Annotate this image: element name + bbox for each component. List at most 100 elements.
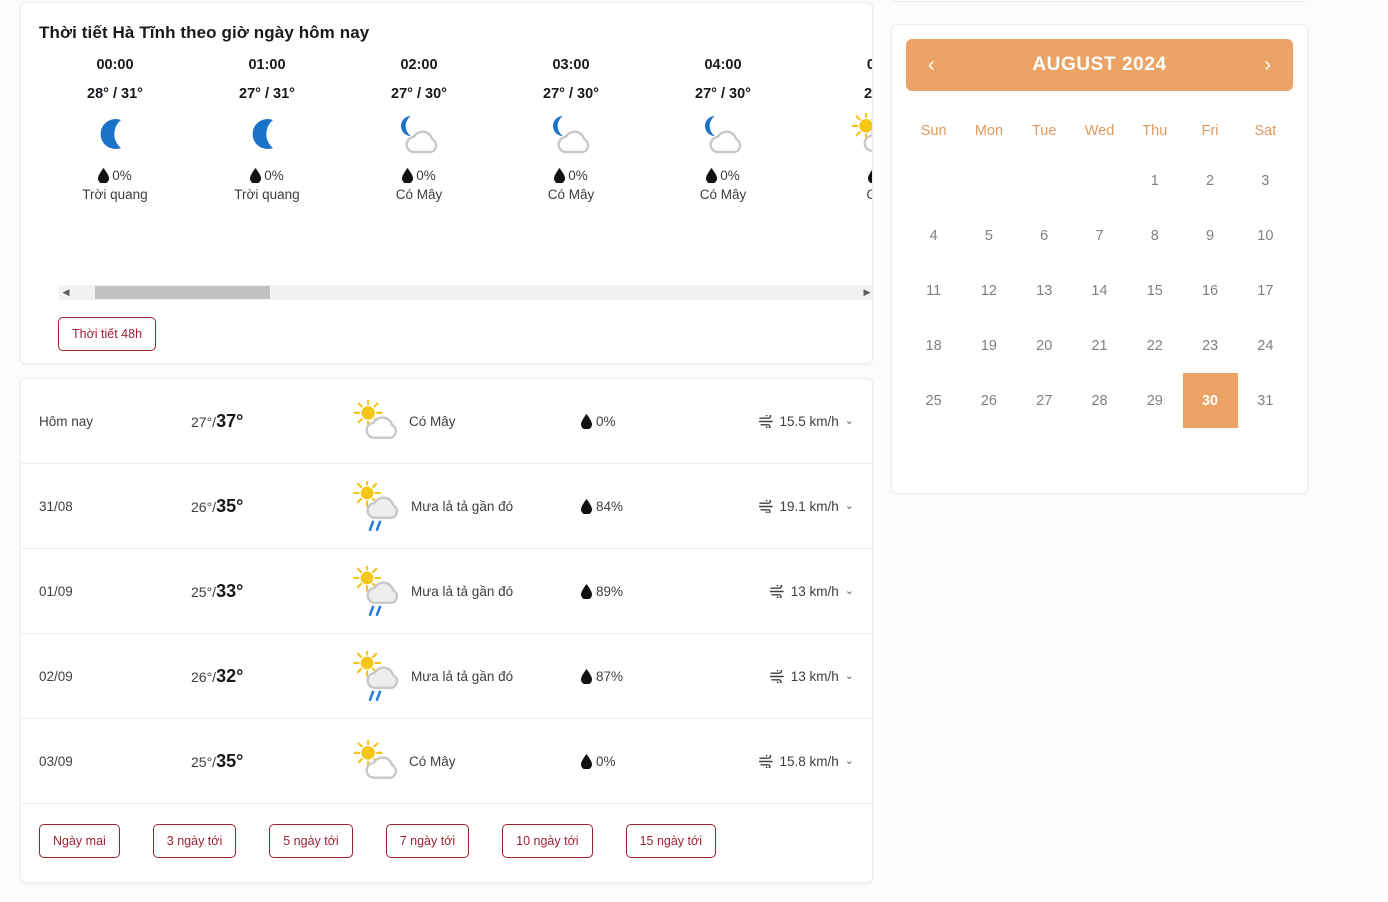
weather-page: Thời tiết Hà Tĩnh theo giờ ngày hôm nay … xyxy=(0,0,1388,902)
day-label: 01/09 xyxy=(39,583,73,599)
calendar-day[interactable]: 15 xyxy=(1127,263,1182,318)
hourly-temp: 27° / 30° xyxy=(695,86,751,102)
scroll-right-arrow-icon[interactable]: ▶ xyxy=(860,285,872,300)
calendar-day[interactable]: 1 xyxy=(1127,153,1182,208)
calendar-grid: Sun Mon Tue Wed Thu Fri Sat 1 2 3 4 5 6 7 8 9 10 11 12 13 14… xyxy=(906,105,1293,428)
calendar-day[interactable]: 9 xyxy=(1182,208,1237,263)
calendar-day[interactable]: 16 xyxy=(1182,263,1237,318)
chevron-down-icon[interactable]: ⌄ xyxy=(845,500,854,512)
hourly-scrollbar[interactable]: ◀ ▶ xyxy=(59,285,872,300)
day-temperature: 27°/37° xyxy=(191,410,244,431)
calendar-day[interactable]: 3 xyxy=(1238,153,1293,208)
raindrop-icon xyxy=(581,583,592,599)
hourly-precip: 0% xyxy=(343,168,495,183)
calendar-day[interactable]: 4 xyxy=(906,208,961,263)
forecast-range-button[interactable]: 5 ngày tới xyxy=(269,824,353,858)
hourly-scroll-viewport[interactable]: 00:00 28° / 31° 0% Trời quang 01:00 27° / 31°… xyxy=(21,57,872,237)
table-row[interactable]: 03/09 25°/35° Có Mây 0% 15.8 km/h ⌄ xyxy=(21,719,872,804)
chevron-down-icon[interactable]: ⌄ xyxy=(845,670,854,682)
calendar-next-month-icon[interactable]: › xyxy=(1264,55,1271,75)
wind-icon xyxy=(769,584,784,598)
calendar-weekday-header: Thu xyxy=(1142,123,1168,139)
hourly-time: 00:00 xyxy=(96,57,134,73)
table-row[interactable]: 02/09 26°/32° Mưa lả tả gần đó 87% 13 km/h ⌄ xyxy=(21,634,872,719)
calendar-day[interactable]: 11 xyxy=(906,263,961,318)
hourly-column: 00:00 28° / 31° 0% Trời quang xyxy=(39,57,191,202)
calendar-day[interactable]: 8 xyxy=(1127,208,1182,263)
calendar-day[interactable]: 22 xyxy=(1127,318,1182,373)
forecast-range-button[interactable]: 10 ngày tới xyxy=(502,824,593,858)
day-wind[interactable]: 15.8 km/h ⌄ xyxy=(741,754,854,769)
calendar-weekday-header: Fri xyxy=(1201,123,1219,139)
raindrop-icon xyxy=(581,668,592,684)
calendar-day[interactable]: 25 xyxy=(906,373,961,428)
calendar-day[interactable]: 2 xyxy=(1182,153,1237,208)
day-wind[interactable]: 15.5 km/h ⌄ xyxy=(741,414,854,429)
calendar-day[interactable]: 26 xyxy=(961,373,1016,428)
day-temperature: 26°/35° xyxy=(191,495,244,516)
scrollbar-thumb[interactable] xyxy=(95,286,270,299)
calendar-day[interactable]: 28 xyxy=(1072,373,1127,428)
day-condition-text: Mưa lả tả gần đó xyxy=(411,498,514,514)
forecast-range-button[interactable]: 7 ngày tới xyxy=(385,824,470,858)
forecast-range-button[interactable]: 15 ngày tới xyxy=(625,824,716,858)
day-wind[interactable]: 13 km/h ⌄ xyxy=(741,669,854,684)
day-weather-icon xyxy=(351,650,405,702)
calendar-day-today[interactable]: 30 xyxy=(1182,373,1238,428)
calendar-day[interactable]: 31 xyxy=(1238,373,1293,428)
calendar-day[interactable]: 10 xyxy=(1238,208,1293,263)
calendar-day[interactable]: 27 xyxy=(1017,373,1072,428)
hourly-temp: 27° / 30° xyxy=(391,86,447,102)
hourly-column: 04:00 27° / 30° 0% Có Mây xyxy=(647,57,799,202)
calendar-day[interactable]: 12 xyxy=(961,263,1016,318)
calendar-weekday-header: Wed xyxy=(1084,123,1115,139)
scroll-left-arrow-icon[interactable]: ◀ xyxy=(59,285,73,300)
calendar-day[interactable]: 20 xyxy=(1017,318,1072,373)
forecast-range-button[interactable]: Ngày mai xyxy=(39,824,120,858)
table-row[interactable]: Hôm nay 27°/37° Có Mây 0% 15.5 km/h ⌄ xyxy=(21,379,872,464)
raindrop-icon xyxy=(581,413,592,429)
calendar-day[interactable]: 7 xyxy=(1072,208,1127,263)
day-weather-icon xyxy=(351,565,405,617)
calendar-day[interactable]: 17 xyxy=(1238,263,1293,318)
hourly-description: Có Mây xyxy=(699,187,747,202)
calendar-weekday-header: Tue xyxy=(1031,123,1057,139)
calendar-day[interactable]: 6 xyxy=(1017,208,1072,263)
hourly-time: 03:00 xyxy=(552,57,590,73)
calendar-title: AUGUST 2024 xyxy=(1032,54,1167,75)
calendar-day[interactable]: 23 xyxy=(1182,318,1237,373)
chevron-down-icon[interactable]: ⌄ xyxy=(845,415,854,427)
weather-48h-button[interactable]: Thời tiết 48h xyxy=(58,317,157,351)
calendar-prev-month-icon[interactable]: ‹ xyxy=(928,55,935,75)
left-column: Thời tiết Hà Tĩnh theo giờ ngày hôm nay … xyxy=(20,2,873,883)
calendar-day[interactable]: 18 xyxy=(906,318,961,373)
hourly-precip: 0% xyxy=(39,168,191,183)
table-row[interactable]: 01/09 25°/33° Mưa lả tả gần đó 89% 13 km/h ⌄ xyxy=(21,549,872,634)
table-row[interactable]: 31/08 26°/35° Mưa lả tả gần đó 84% 19.1 km/h… xyxy=(21,464,872,549)
day-wind[interactable]: 13 km/h ⌄ xyxy=(741,584,854,599)
forecast-range-button[interactable]: 3 ngày tới xyxy=(152,824,237,858)
moon-cloud-icon xyxy=(401,115,438,153)
chevron-down-icon[interactable]: ⌄ xyxy=(845,755,854,767)
calendar-day[interactable]: 13 xyxy=(1017,263,1072,318)
day-condition-text: Có Mây xyxy=(409,413,456,429)
day-label: Hôm nay xyxy=(39,413,94,429)
calendar-day[interactable]: 5 xyxy=(961,208,1016,263)
calendar-day[interactable]: 21 xyxy=(1072,318,1127,373)
hourly-weather-icon xyxy=(647,108,799,160)
calendar-day[interactable]: 19 xyxy=(961,318,1016,373)
calendar-day[interactable]: 14 xyxy=(1072,263,1127,318)
hourly-description: Có xyxy=(799,187,872,202)
hourly-column: 03:00 27° / 30° 0% Có Mây xyxy=(495,57,647,202)
hourly-column: 02:00 27° / 30° 0% Có Mây xyxy=(343,57,495,202)
calendar-day[interactable]: 24 xyxy=(1238,318,1293,373)
day-condition: Mưa lả tả gần đó xyxy=(351,650,581,702)
hourly-weather-icon xyxy=(799,108,872,160)
scrollbar-rail[interactable] xyxy=(73,285,860,300)
chevron-down-icon[interactable]: ⌄ xyxy=(845,585,854,597)
raindrop-icon xyxy=(581,753,592,769)
moon-cloud-icon xyxy=(705,115,742,153)
day-precip: 89% xyxy=(581,583,741,599)
day-wind[interactable]: 19.1 km/h ⌄ xyxy=(741,499,854,514)
calendar-day[interactable]: 29 xyxy=(1127,373,1182,428)
